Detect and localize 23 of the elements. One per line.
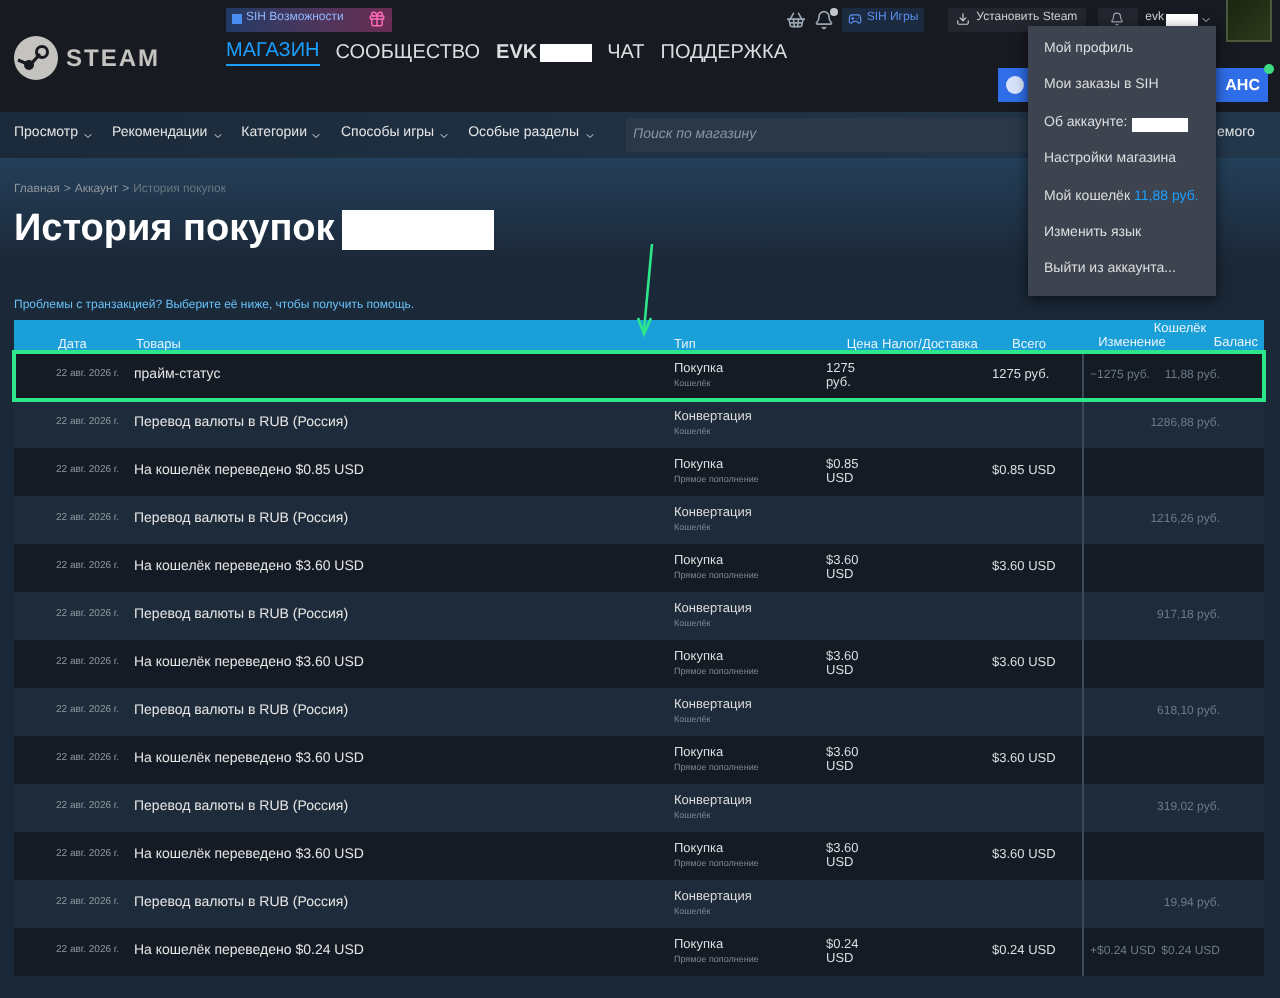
steam-logo[interactable]: STEAM [14, 36, 160, 80]
caret-icon [81, 129, 94, 141]
caret-icon [211, 129, 224, 141]
main-nav-link[interactable]: МАГАЗИН [226, 40, 320, 66]
annotation-arrow [634, 242, 658, 338]
download-icon [956, 12, 971, 26]
page-title: История покупок [14, 208, 335, 252]
gamepad-icon [848, 12, 863, 26]
main-nav-link[interactable]: ЧАТ [607, 41, 645, 65]
bell-icon [1110, 12, 1125, 26]
basket-icon[interactable] [786, 9, 807, 29]
caret-icon [438, 129, 451, 141]
caret-icon [1200, 13, 1212, 25]
main-nav-link[interactable]: ПОДДЕРЖКА [660, 41, 788, 65]
main-nav-link[interactable]: EVK [496, 41, 592, 65]
caret-icon [583, 129, 595, 141]
gift-icon [368, 10, 386, 28]
redacted-block [1166, 13, 1198, 25]
steam-logo-icon [14, 36, 58, 80]
notification-bell-icon[interactable] [814, 9, 835, 29]
caret-icon [310, 129, 323, 141]
main-nav-link[interactable]: СООБЩЕСТВО [335, 41, 481, 65]
grid-icon [232, 14, 242, 24]
